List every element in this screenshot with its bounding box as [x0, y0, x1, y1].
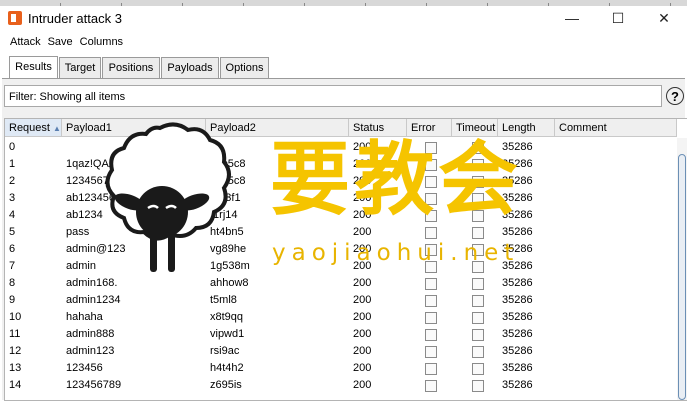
burp-app-icon — [8, 11, 22, 25]
cell-request: 4 — [9, 209, 16, 221]
cell-length: 35286 — [502, 328, 533, 340]
cell-status: 200 — [353, 277, 372, 289]
cell-request: 0 — [9, 141, 16, 153]
error-checkbox[interactable] — [425, 346, 437, 358]
sheep-logo-icon — [105, 122, 231, 272]
cell-length: 35286 — [502, 277, 533, 289]
window-title: Intruder attack 3 — [28, 11, 122, 26]
tab-payloads[interactable]: Payloads — [161, 57, 219, 78]
menu-columns[interactable]: Columns — [80, 33, 123, 51]
error-checkbox[interactable] — [425, 295, 437, 307]
cell-status: 200 — [353, 362, 372, 374]
tab-options[interactable]: Options — [220, 57, 269, 78]
cell-payload2: ahhow8 — [210, 277, 249, 289]
cell-request: 7 — [9, 260, 16, 272]
cell-length: 35286 — [502, 294, 533, 306]
cell-status: 200 — [353, 226, 372, 238]
timeout-checkbox[interactable] — [472, 363, 484, 375]
error-checkbox[interactable] — [425, 363, 437, 375]
timeout-checkbox[interactable] — [472, 278, 484, 290]
title-bar: Intruder attack 3 — ☐ ✕ — [0, 6, 687, 30]
timeout-checkbox[interactable] — [472, 346, 484, 358]
cell-status: 200 — [353, 294, 372, 306]
table-row[interactable]: 14 123456789 z695is 200 35286 — [5, 377, 675, 394]
cell-request: 9 — [9, 294, 16, 306]
cell-payload2: x8t9qq — [210, 311, 244, 323]
cell-payload1: 123456 — [66, 362, 103, 374]
cell-request: 1 — [9, 158, 16, 170]
cell-payload2: rsi9ac — [210, 345, 240, 357]
menu-attack[interactable]: Attack — [10, 33, 41, 51]
cell-payload2: h4t4h2 — [210, 362, 244, 374]
cell-status: 200 — [353, 345, 372, 357]
watermark-text: 要教会 — [270, 133, 522, 226]
cell-request: 6 — [9, 243, 16, 255]
column-header-comment[interactable]: Comment — [555, 119, 677, 137]
cell-length: 35286 — [502, 379, 533, 391]
cell-request: 12 — [9, 345, 22, 357]
error-checkbox[interactable] — [425, 380, 437, 392]
error-checkbox[interactable] — [425, 329, 437, 341]
timeout-checkbox[interactable] — [472, 295, 484, 307]
cell-payload1: admin123 — [66, 345, 115, 357]
cell-payload2: vipwd1 — [210, 328, 245, 340]
cell-request: 5 — [9, 226, 16, 238]
cell-request: 13 — [9, 362, 22, 374]
scrollbar-thumb[interactable] — [678, 154, 686, 400]
vertical-scrollbar[interactable] — [677, 138, 687, 400]
cell-request: 3 — [9, 192, 16, 204]
column-header-request[interactable]: Request ▲ — [5, 119, 62, 137]
cell-payload1: admin1234 — [66, 294, 121, 306]
tab-results[interactable]: Results — [9, 56, 58, 78]
watermark-url: yaojiaohui.net — [272, 240, 520, 266]
menu-save[interactable]: Save — [48, 33, 73, 51]
tab-target[interactable]: Target — [59, 57, 101, 78]
table-row[interactable]: 11 admin888 vipwd1 200 35286 — [5, 326, 675, 343]
table-row[interactable]: 12 admin123 rsi9ac 200 35286 — [5, 343, 675, 360]
cell-payload1: admin888 — [66, 328, 115, 340]
cell-length: 35286 — [502, 226, 533, 238]
timeout-checkbox[interactable] — [472, 380, 484, 392]
cell-request: 11 — [9, 328, 21, 340]
cell-status: 200 — [353, 328, 372, 340]
minimize-button[interactable]: — — [549, 6, 595, 30]
menu-bar: Attack Save Columns — [0, 33, 687, 51]
cell-length: 35286 — [502, 362, 533, 374]
timeout-checkbox[interactable] — [472, 227, 484, 239]
close-button[interactable]: ✕ — [641, 6, 687, 30]
sort-ascending-icon: ▲ — [53, 124, 61, 133]
cell-payload1: hahaha — [66, 311, 103, 323]
tab-positions[interactable]: Positions — [102, 57, 160, 78]
cell-request: 14 — [9, 379, 22, 391]
cell-request: 2 — [9, 175, 16, 187]
cell-request: 10 — [9, 311, 22, 323]
maximize-button[interactable]: ☐ — [595, 6, 641, 30]
cell-request: 8 — [9, 277, 16, 289]
cell-status: 200 — [353, 379, 372, 391]
table-row[interactable]: 8 admin168. ahhow8 200 35286 — [5, 275, 675, 292]
filter-bar[interactable]: Filter: Showing all items — [4, 85, 662, 107]
error-checkbox[interactable] — [425, 278, 437, 290]
cell-length: 35286 — [502, 311, 533, 323]
cell-length: 35286 — [502, 345, 533, 357]
table-row[interactable]: 9 admin1234 t5ml8 200 35286 — [5, 292, 675, 309]
cell-payload1: admin168. — [66, 277, 118, 289]
cell-payload1: 123456789 — [66, 379, 122, 391]
cell-payload2: t5ml8 — [210, 294, 237, 306]
table-row[interactable]: 10 hahaha x8t9qq 200 35286 — [5, 309, 675, 326]
help-icon[interactable]: ? — [666, 87, 684, 105]
timeout-checkbox[interactable] — [472, 312, 484, 324]
error-checkbox[interactable] — [425, 227, 437, 239]
cell-payload2: z695is — [210, 379, 242, 391]
cell-status: 200 — [353, 311, 372, 323]
table-row[interactable]: 13 123456 h4t4h2 200 35286 — [5, 360, 675, 377]
error-checkbox[interactable] — [425, 312, 437, 324]
timeout-checkbox[interactable] — [472, 329, 484, 341]
